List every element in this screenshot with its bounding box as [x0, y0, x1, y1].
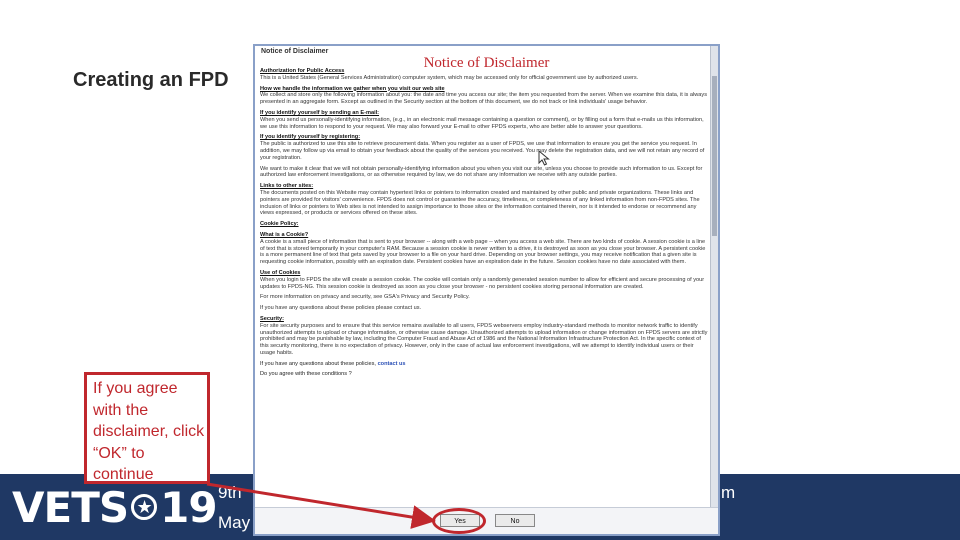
section-heading: Security: [260, 315, 284, 322]
section-heading: What is a Cookie? [260, 231, 309, 238]
section-text: This is a United States (General Service… [260, 74, 639, 81]
section-heading: If you identify yourself by registering: [260, 134, 361, 141]
footer-text-line1: 9th [218, 483, 242, 502]
scrollbar-thumb[interactable] [712, 76, 717, 236]
footer-text-fragment: m [721, 483, 736, 502]
section-text: When you login to FPDS the site will cre… [260, 276, 705, 290]
disclaimer-text: Authorization for Public Access This is a… [260, 68, 710, 382]
logo-text-right: 19 [160, 482, 217, 532]
dialog-scrollbar[interactable] [710, 46, 718, 534]
section-text: The public is authorized to use this sit… [260, 141, 705, 161]
dialog-button-bar: Yes No [255, 507, 718, 534]
section-heading: If you identify yourself by sending an E… [260, 109, 380, 116]
no-button[interactable]: No [495, 514, 535, 527]
questions-text: If you have any questions about these po… [260, 360, 376, 367]
section-text: We collect and store only the following … [260, 92, 708, 106]
section-heading: Cookie Policy: [260, 221, 299, 228]
yes-button-highlight [432, 508, 486, 534]
disclaimer-section: Authorization for Public Access This is a… [260, 68, 710, 82]
disclaimer-section: If you identify yourself by sending an E… [260, 110, 710, 130]
disclaimer-section: Cookie Policy: [260, 221, 710, 228]
disclaimer-section: For more information on privacy and secu… [260, 294, 710, 301]
disclaimer-section: If you have any questions about these po… [260, 305, 710, 312]
section-heading: Links to other sites: [260, 183, 314, 190]
instruction-callout: If you agree with the disclaimer, click … [84, 372, 210, 484]
logo-text-left: VETS [12, 482, 129, 532]
disclaimer-section: Links to other sites: The documents poste… [260, 183, 710, 217]
agree-prompt: Do you agree with these conditions ? [260, 371, 352, 378]
contact-us-link[interactable]: contact us [378, 361, 406, 367]
disclaimer-section: How we handle the information we gather … [260, 86, 710, 106]
section-text: When you send us personally-identifying … [260, 116, 704, 130]
section-heading: Use of Cookies [260, 269, 301, 276]
section-heading: Authorization for Public Access [260, 68, 345, 74]
footer-text-line2: May [218, 513, 251, 532]
section-text: For more information on privacy and secu… [260, 294, 470, 301]
section-text: If you have any questions about these po… [260, 305, 422, 312]
disclaimer-dialog: Notice of Disclaimer Notice of Disclaime… [253, 44, 720, 536]
section-text: A cookie is a small piece of information… [260, 238, 706, 266]
section-text: The documents posted on this Website may… [260, 189, 700, 217]
disclaimer-section: What is a Cookie? A cookie is a small pie… [260, 232, 710, 266]
vets19-logo: VETS ★ 19 [12, 482, 218, 532]
disclaimer-section: Security: For site security purposes and … [260, 316, 710, 357]
star-icon: ★ [131, 494, 158, 520]
mouse-cursor-icon [538, 150, 550, 166]
disclaimer-section: If you identify yourself by registering:… [260, 134, 710, 161]
section-heading: How we handle the information we gather … [260, 85, 445, 92]
section-text: We want to make it clear that we will no… [260, 165, 703, 179]
dialog-tab-label: Notice of Disclaimer [261, 48, 329, 55]
disclaimer-section: Use of Cookies When you login to FPDS the… [260, 270, 710, 290]
questions-line: If you have any questions about these po… [260, 361, 710, 368]
slide-title: Creating an FPD [73, 69, 229, 91]
disclaimer-section: We want to make it clear that we will no… [260, 166, 710, 180]
section-text: For site security purposes and to ensure… [260, 322, 708, 356]
